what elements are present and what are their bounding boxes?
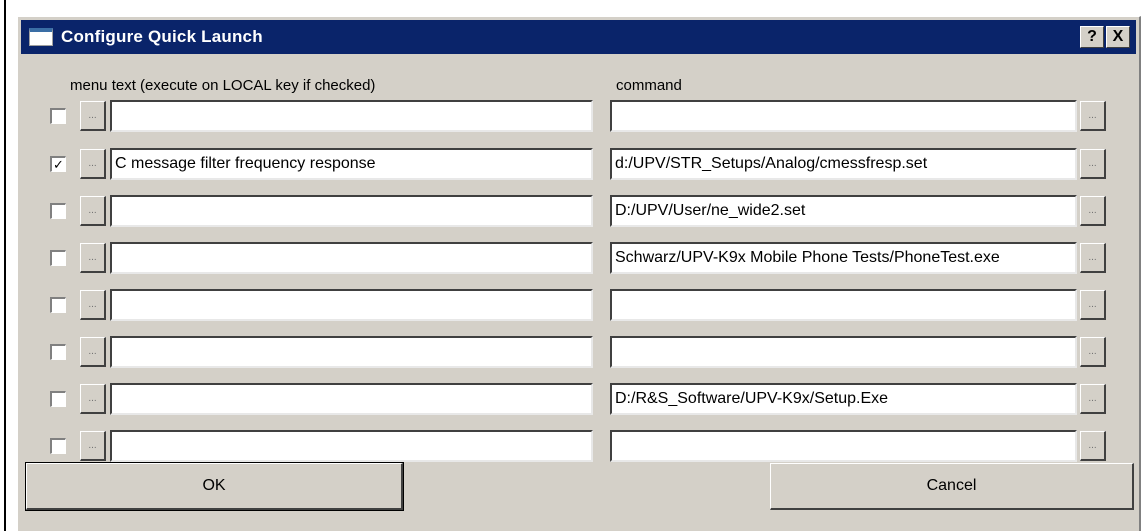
launch-row: ... D:/R&S_Software/UPV-K9x/Setup.Exe ..… bbox=[18, 379, 1139, 419]
launch-row: ... ... bbox=[18, 332, 1139, 372]
launch-row: ... D:/UPV/User/ne_wide2.set ... bbox=[18, 191, 1139, 231]
cancel-button[interactable]: Cancel bbox=[770, 463, 1134, 510]
title-bar[interactable]: Configure Quick Launch ? X bbox=[21, 20, 1136, 54]
command-browse-button[interactable]: ... bbox=[1080, 149, 1106, 179]
command-field[interactable]: Schwarz/UPV-K9x Mobile Phone Tests/Phone… bbox=[610, 242, 1077, 274]
background-window-edge bbox=[0, 0, 6, 531]
window-icon bbox=[29, 28, 53, 46]
menu-text-field[interactable] bbox=[110, 195, 593, 227]
command-browse-button[interactable]: ... bbox=[1080, 196, 1106, 226]
local-key-checkbox[interactable] bbox=[50, 297, 66, 313]
local-key-checkbox[interactable] bbox=[50, 344, 66, 360]
menu-text-field[interactable]: C message filter frequency response bbox=[110, 148, 593, 180]
menu-browse-button[interactable]: ... bbox=[80, 196, 106, 226]
menu-browse-button[interactable]: ... bbox=[80, 337, 106, 367]
command-field[interactable]: D:/UPV/User/ne_wide2.set bbox=[610, 195, 1077, 227]
menu-text-field[interactable] bbox=[110, 336, 593, 368]
command-browse-button[interactable]: ... bbox=[1080, 101, 1106, 131]
help-button[interactable]: ? bbox=[1080, 26, 1104, 48]
menu-text-field[interactable] bbox=[110, 289, 593, 321]
command-field[interactable] bbox=[610, 289, 1077, 321]
launch-row: ... ... bbox=[18, 285, 1139, 325]
command-browse-button[interactable]: ... bbox=[1080, 337, 1106, 367]
command-column-label: command bbox=[616, 77, 682, 94]
menu-text-field[interactable] bbox=[110, 430, 593, 462]
menu-browse-button[interactable]: ... bbox=[80, 101, 106, 131]
configure-quick-launch-dialog: Configure Quick Launch ? X menu text (ex… bbox=[17, 16, 1141, 531]
menu-text-field[interactable] bbox=[110, 242, 593, 274]
command-field[interactable] bbox=[610, 100, 1077, 132]
command-field[interactable]: d:/UPV/STR_Setups/Analog/cmessfresp.set bbox=[610, 148, 1077, 180]
command-browse-button[interactable]: ... bbox=[1080, 243, 1106, 273]
menu-browse-button[interactable]: ... bbox=[80, 243, 106, 273]
menu-text-field[interactable] bbox=[110, 100, 593, 132]
command-field[interactable]: D:/R&S_Software/UPV-K9x/Setup.Exe bbox=[610, 383, 1077, 415]
local-key-checkbox[interactable] bbox=[50, 391, 66, 407]
command-browse-button[interactable]: ... bbox=[1080, 290, 1106, 320]
command-browse-button[interactable]: ... bbox=[1080, 384, 1106, 414]
launch-row: ... Schwarz/UPV-K9x Mobile Phone Tests/P… bbox=[18, 238, 1139, 278]
dialog-title: Configure Quick Launch bbox=[61, 27, 263, 46]
command-field[interactable] bbox=[610, 336, 1077, 368]
menu-browse-button[interactable]: ... bbox=[80, 290, 106, 320]
menu-browse-button[interactable]: ... bbox=[80, 431, 106, 461]
local-key-checkbox[interactable] bbox=[50, 250, 66, 266]
launch-row: ... ... bbox=[18, 96, 1139, 136]
command-browse-button[interactable]: ... bbox=[1080, 431, 1106, 461]
menu-text-field[interactable] bbox=[110, 383, 593, 415]
command-field[interactable] bbox=[610, 430, 1077, 462]
local-key-checkbox[interactable] bbox=[50, 108, 66, 124]
ok-button[interactable]: OK bbox=[25, 462, 404, 511]
launch-row: ... ... bbox=[18, 426, 1139, 466]
local-key-checkbox[interactable]: ✓ bbox=[50, 156, 66, 172]
close-button[interactable]: X bbox=[1106, 26, 1130, 48]
menu-browse-button[interactable]: ... bbox=[80, 149, 106, 179]
local-key-checkbox[interactable] bbox=[50, 203, 66, 219]
menu-browse-button[interactable]: ... bbox=[80, 384, 106, 414]
local-key-checkbox[interactable] bbox=[50, 438, 66, 454]
launch-row: ✓ ... C message filter frequency respons… bbox=[18, 144, 1139, 184]
menu-text-column-label: menu text (execute on LOCAL key if check… bbox=[70, 77, 376, 94]
